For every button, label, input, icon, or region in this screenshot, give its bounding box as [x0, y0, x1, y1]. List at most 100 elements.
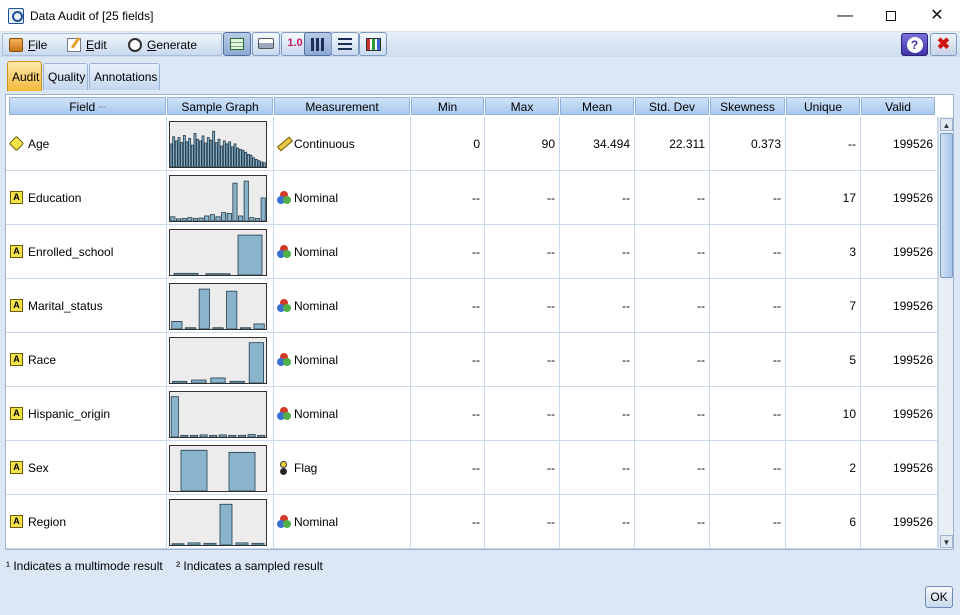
table-row[interactable]: A Region Nominal -- -- -- -- -- 6 199526	[6, 495, 938, 549]
graph-bar	[180, 142, 184, 167]
table-row[interactable]: A Hispanic_origin Nominal -- -- -- -- -- 10 19952…	[6, 387, 938, 441]
measurement-label: Nominal	[294, 299, 339, 313]
sample-graph[interactable]	[169, 499, 267, 546]
measurement-label: Nominal	[294, 353, 339, 367]
tab-quality[interactable]: Quality	[43, 63, 88, 90]
graph-bar	[180, 434, 189, 437]
graph-bar	[260, 161, 264, 167]
table-row[interactable]: A Marital_status Nominal -- -- -- -- -- 7 199526	[6, 279, 938, 333]
max-cell: 90	[485, 117, 560, 171]
graph-bar	[209, 214, 215, 221]
sample-graph-svg	[170, 130, 266, 167]
table-row[interactable]: A Enrolled_school Nominal -- -- -- -- -- 3 199526	[6, 225, 938, 279]
sample-graph[interactable]	[169, 445, 267, 492]
header-field[interactable]: Field ┄	[9, 97, 166, 115]
nominal-icon	[277, 353, 291, 367]
sample-graph-cell[interactable]	[167, 117, 274, 171]
max-cell: --	[485, 279, 560, 333]
measurement-cell: Nominal	[274, 279, 411, 333]
valid-cell: 199526	[861, 387, 938, 441]
graph-bar	[212, 327, 224, 329]
string-A-icon: A	[10, 353, 23, 366]
scroll-down-icon[interactable]: ▼	[940, 535, 953, 548]
sample-graph-cell[interactable]	[167, 333, 274, 387]
tab-audit[interactable]: Audit	[7, 61, 42, 91]
graph-bar	[237, 234, 263, 275]
graph-bar	[173, 272, 199, 275]
window-title: Data Audit of [25 fields]	[30, 9, 154, 23]
table-row[interactable]: A Race Nominal -- -- -- -- -- 5 199526	[6, 333, 938, 387]
audit-table: Field ┄ Sample Graph Measurement Min Max…	[5, 94, 954, 550]
vertical-scrollbar[interactable]: ▲ ▼	[938, 117, 953, 549]
graph-bar	[253, 323, 265, 329]
sample-graph-cell[interactable]	[167, 171, 274, 225]
header-unique[interactable]: Unique	[786, 97, 860, 115]
file-menu-icon	[9, 38, 23, 52]
sample-graph-cell[interactable]	[167, 495, 274, 549]
nominal-icon	[277, 407, 291, 421]
table-row[interactable]: Age Continuous 0 90 34.494 22.311 0.373 -- 19952…	[6, 117, 938, 171]
sample-graph[interactable]	[169, 175, 267, 222]
mean-cell: --	[560, 171, 635, 225]
sample-graph[interactable]	[169, 337, 267, 384]
header-min[interactable]: Min	[411, 97, 484, 115]
help-button[interactable]: ?	[901, 33, 928, 56]
sample-graph[interactable]	[169, 121, 267, 168]
print-button[interactable]	[252, 32, 280, 56]
sample-graph[interactable]	[169, 283, 267, 330]
nominal-icon	[277, 299, 291, 313]
sample-graph-cell[interactable]	[167, 279, 274, 333]
graph-bar	[187, 542, 201, 545]
display-table-button[interactable]	[223, 32, 251, 56]
sample-graph-svg	[170, 180, 266, 221]
field-cell: A Region	[6, 495, 167, 549]
chart-view-button[interactable]	[359, 32, 387, 56]
unique-cell: 17	[786, 171, 861, 225]
graph-bar	[226, 213, 232, 221]
file-menu[interactable]: File	[9, 37, 47, 53]
header-measurement[interactable]: Measurement	[274, 97, 410, 115]
rows-view-button[interactable]	[331, 32, 359, 56]
scroll-up-icon[interactable]: ▲	[940, 118, 953, 131]
columns-view-button[interactable]	[304, 32, 332, 56]
header-sample-graph[interactable]: Sample Graph	[167, 97, 273, 115]
generate-menu[interactable]: Generate	[128, 37, 197, 53]
measurement-cell: Nominal	[274, 387, 411, 441]
sample-graph-cell[interactable]	[167, 225, 274, 279]
graph-bar	[170, 143, 173, 167]
header-valid[interactable]: Valid	[861, 97, 935, 115]
graph-bar	[247, 434, 256, 437]
ok-button[interactable]: OK	[925, 586, 953, 608]
header-std-dev[interactable]: Std. Dev	[635, 97, 709, 115]
header-max[interactable]: Max	[485, 97, 559, 115]
tab-annotations[interactable]: Annotations	[89, 63, 160, 90]
maximize-button[interactable]	[868, 0, 914, 31]
sample-graph-cell[interactable]	[167, 387, 274, 441]
table-row[interactable]: A Sex Flag -- -- -- -- -- 2 199526	[6, 441, 938, 495]
unique-cell: 10	[786, 387, 861, 441]
header-skewness[interactable]: Skewness	[710, 97, 785, 115]
graph-bar	[175, 218, 181, 221]
close-window-button[interactable]: ✕	[914, 0, 960, 31]
sample-graph[interactable]	[169, 229, 267, 276]
field-cell: A Enrolled_school	[6, 225, 167, 279]
measurement-cell: Nominal	[274, 171, 411, 225]
continuous-diamond-icon	[8, 135, 25, 152]
rows-icon	[338, 38, 352, 51]
table-row[interactable]: A Education Nominal -- -- -- -- -- 17 199526	[6, 171, 938, 225]
edit-menu[interactable]: Edit	[67, 37, 107, 53]
scroll-thumb[interactable]	[940, 133, 953, 278]
graph-bar	[249, 217, 255, 221]
field-cell: A Marital_status	[6, 279, 167, 333]
sample-graph[interactable]	[169, 391, 267, 438]
header-mean[interactable]: Mean	[560, 97, 634, 115]
string-A-icon: A	[10, 407, 23, 420]
sample-graph-cell[interactable]	[167, 441, 274, 495]
skewness-cell: --	[710, 171, 786, 225]
menu-group: File Edit Generate	[2, 33, 222, 56]
graph-bar	[248, 342, 264, 383]
close-audit-button[interactable]: ✖	[930, 33, 957, 56]
minimize-button[interactable]: —	[822, 0, 868, 31]
graph-bar	[188, 138, 192, 167]
max-cell: --	[485, 225, 560, 279]
